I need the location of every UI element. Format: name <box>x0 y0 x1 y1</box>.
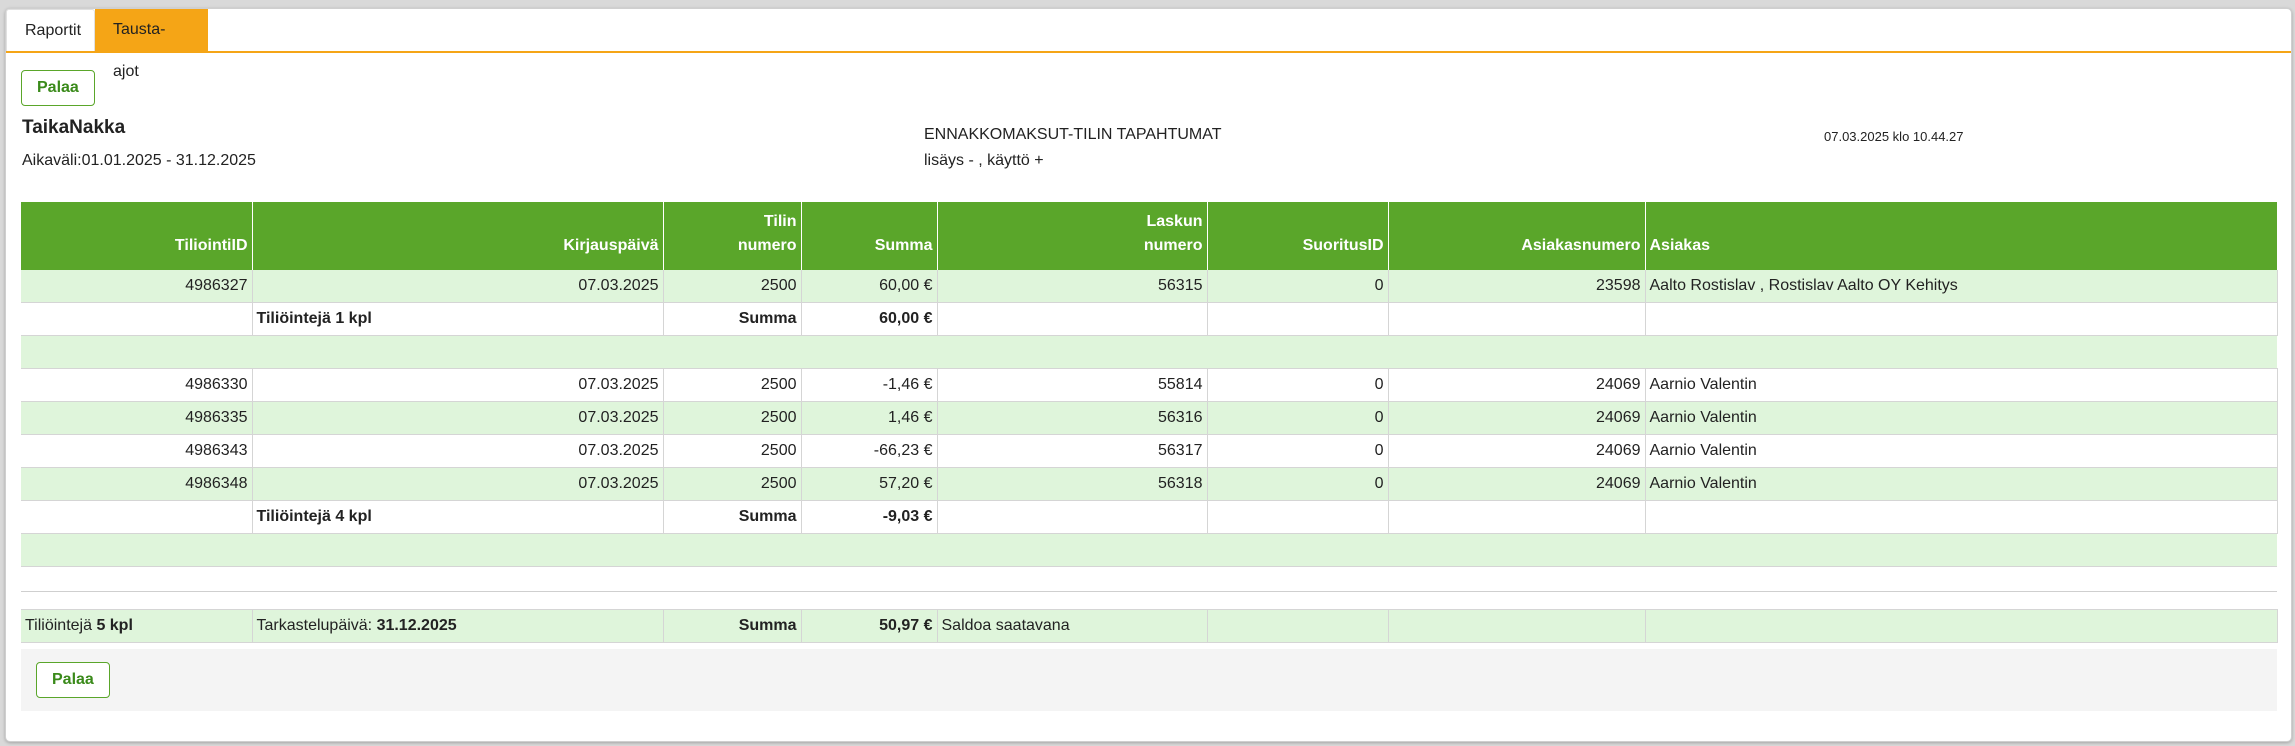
group-subtotal-row: Tiliöintejä 1 kpl Summa 60,00 € <box>21 302 2278 336</box>
report-subtitle: lisäys - , käyttö + <box>924 152 1044 169</box>
col-header-tilinumero[interactable]: Tilin numero <box>663 202 802 270</box>
date-range: Aikaväli:01.01.2025 - 31.12.2025 <box>22 152 256 169</box>
group-spacer-row <box>21 335 2277 369</box>
col-header-tiliointiid[interactable]: TiliointiID <box>21 202 253 270</box>
tab-bar: Raportit Tausta-ajot <box>6 9 2291 80</box>
back-button-bottom[interactable]: Palaa <box>36 662 110 698</box>
table-row: 4986330 07.03.2025 2500 -1,46 € 55814 0 … <box>21 368 2278 402</box>
table-row: 4986327 07.03.2025 2500 60,00 € 56315 0 … <box>21 270 2278 303</box>
table-row: 4986343 07.03.2025 2500 -66,23 € 56317 0… <box>21 434 2278 468</box>
tab-tausta-ajot[interactable]: Tausta-ajot <box>95 9 208 80</box>
table-header: TiliointiID Kirjauspäivä Tilin numero Sum… <box>21 202 2278 270</box>
divider-row <box>21 566 2277 592</box>
col-header-kirjauspaiva[interactable]: Kirjauspäivä <box>252 202 664 270</box>
table-row: 4986348 07.03.2025 2500 57,20 € 56318 0 … <box>21 467 2278 501</box>
divider-row <box>21 591 2277 610</box>
back-button-top[interactable]: Palaa <box>21 70 95 106</box>
col-header-suoritusid[interactable]: SuoritusID <box>1207 202 1389 270</box>
col-header-asiakasnumero[interactable]: Asiakasnumero <box>1388 202 1646 270</box>
report-window: Raportit Tausta-ajot Palaa TaikaNakka Ai… <box>5 8 2292 742</box>
col-header-asiakas[interactable]: Asiakas <box>1645 202 2278 270</box>
report-timestamp: 07.03.2025 klo 10.44.27 <box>1824 129 1964 144</box>
group-subtotal-row: Tiliöintejä 4 kpl Summa -9,03 € <box>21 500 2278 534</box>
footer-panel: Palaa <box>21 649 2277 711</box>
col-header-summa[interactable]: Summa <box>801 202 938 270</box>
company-name: TaikaNakka <box>22 117 126 138</box>
col-header-laskunumero[interactable]: Laskun numero <box>937 202 1208 270</box>
tab-raportit[interactable]: Raportit <box>6 9 95 51</box>
transactions-table: TiliointiID Kirjauspäivä Tilin numero Sum… <box>21 202 2278 643</box>
grand-total-row: Tiliöintejä 5 kpl Tarkastelupäivä: 31.12… <box>21 609 2278 643</box>
report-title: ENNAKKOMAKSUT-TILIN TAPAHTUMAT <box>924 126 1222 143</box>
group-spacer-row <box>21 533 2277 567</box>
table-row: 4986335 07.03.2025 2500 1,46 € 56316 0 2… <box>21 401 2278 435</box>
